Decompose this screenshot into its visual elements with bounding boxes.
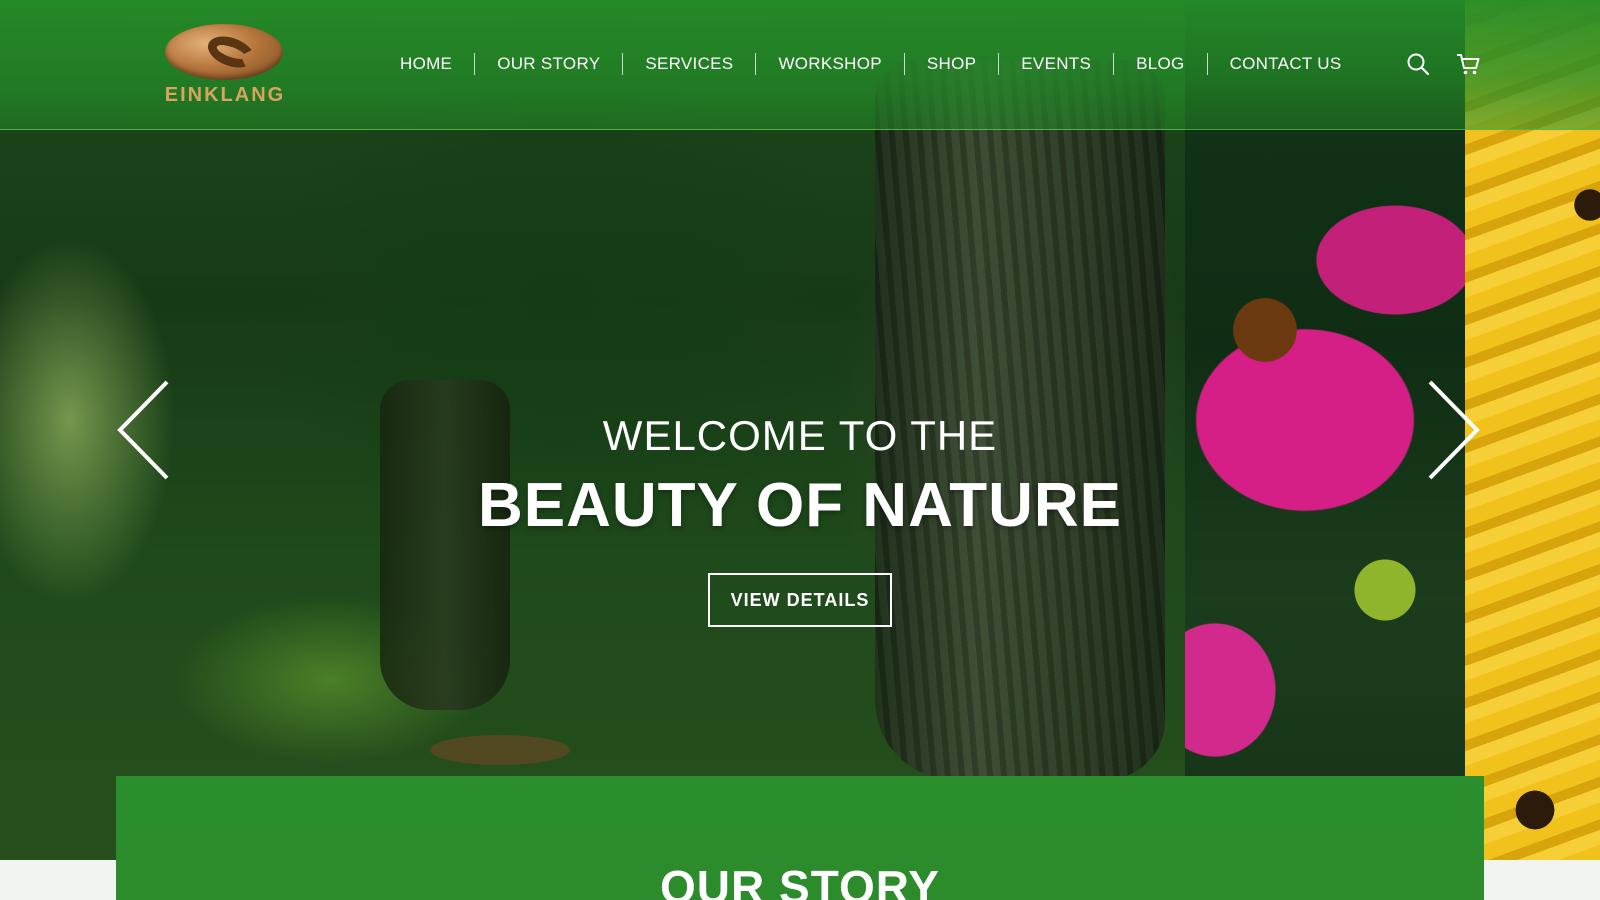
chevron-left-icon <box>117 380 169 480</box>
brand-name: EINKLANG <box>164 84 286 106</box>
nav-item-our-story[interactable]: OUR STORY <box>475 54 622 74</box>
main-nav: HOME OUR STORY SERVICES WORKSHOP SHOP EV… <box>378 52 1364 76</box>
top-navbar: EINKLANG HOME OUR STORY SERVICES WORKSHO… <box>0 0 1600 130</box>
hero-title: BEAUTY OF NATURE <box>477 471 1123 540</box>
nav-item-shop[interactable]: SHOP <box>905 54 998 74</box>
slider-prev-button[interactable] <box>112 380 182 480</box>
hero-subtitle: WELCOME TO THE <box>602 412 998 459</box>
nav-item-blog[interactable]: BLOG <box>1114 54 1206 74</box>
swirl-logo-icon <box>165 24 283 80</box>
nav-item-events[interactable]: EVENTS <box>999 54 1113 74</box>
nav-item-home[interactable]: HOME <box>378 54 474 74</box>
view-details-button[interactable]: VIEW DETAILS <box>708 573 892 627</box>
cart-icon[interactable] <box>1454 50 1482 78</box>
chevron-right-icon <box>1428 380 1480 480</box>
nav-item-services[interactable]: SERVICES <box>623 54 755 74</box>
nav-item-contact-us[interactable]: CONTACT US <box>1208 54 1364 74</box>
our-story-section: OUR STORY <box>116 776 1484 900</box>
our-story-heading: OUR STORY <box>660 861 940 900</box>
brand-logo[interactable]: EINKLANG <box>155 22 295 112</box>
nav-item-workshop[interactable]: WORKSHOP <box>756 54 903 74</box>
forest-path <box>430 735 570 765</box>
slider-next-button[interactable] <box>1418 380 1488 480</box>
search-icon[interactable] <box>1404 50 1432 78</box>
